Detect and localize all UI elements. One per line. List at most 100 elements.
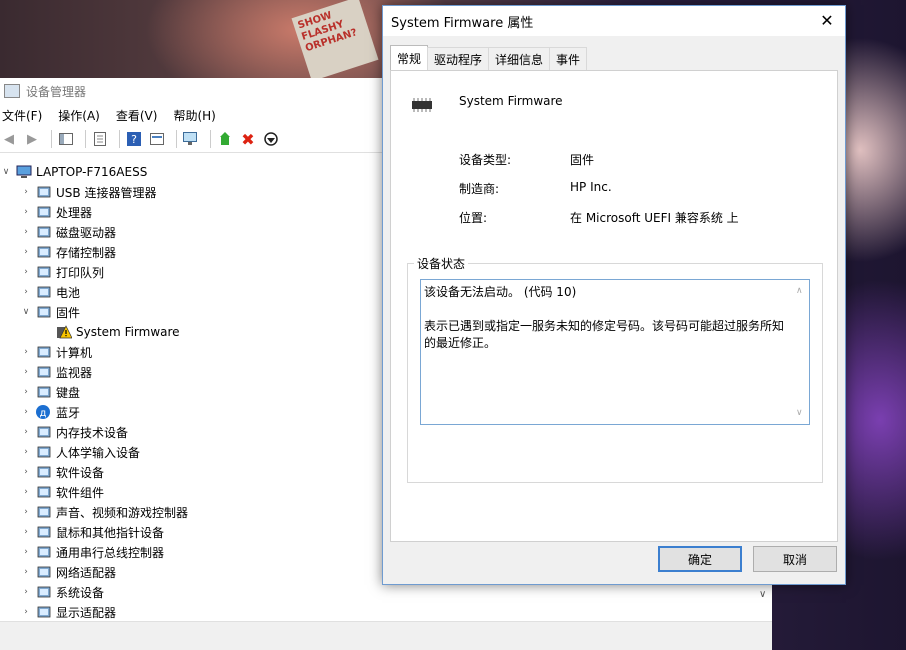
window-title: 设备管理器 xyxy=(26,84,87,99)
tree-category-item[interactable]: › 显示适配器 xyxy=(0,602,756,622)
usb-controller-icon xyxy=(36,545,52,559)
status-line-2: 表示已遇到或指定一服务未知的修定号码。该号码可能超过服务所知的最近修正。 xyxy=(424,319,785,350)
printer-icon xyxy=(36,265,52,279)
chevron-right-icon[interactable]: › xyxy=(20,287,32,297)
properties-icon[interactable] xyxy=(91,130,109,148)
chevron-right-icon[interactable]: › xyxy=(20,207,32,217)
tree-item-label: 电池 xyxy=(56,285,81,300)
tree-item-label: 处理器 xyxy=(56,205,93,220)
warning-firmware-icon xyxy=(56,325,73,339)
menu-action[interactable]: 操作(A) xyxy=(58,107,100,124)
device-name: System Firmware xyxy=(459,94,563,108)
chevron-right-icon[interactable]: › xyxy=(20,187,32,197)
computer-root-icon xyxy=(16,165,32,179)
cancel-button[interactable]: 取消 xyxy=(753,546,837,572)
scroll-down-icon[interactable]: ∨ xyxy=(759,589,766,600)
scroll-up-icon[interactable]: ∧ xyxy=(796,283,803,300)
chevron-right-icon[interactable]: › xyxy=(20,467,32,477)
sound-icon xyxy=(36,505,52,519)
tree-item-label: 存储控制器 xyxy=(56,245,117,260)
device-status-title: 设备状态 xyxy=(414,255,469,272)
tree-item-label: 蓝牙 xyxy=(56,405,81,420)
computer-icon xyxy=(36,345,52,359)
tree-item-label: 打印队列 xyxy=(56,265,105,280)
chevron-right-icon[interactable]: › xyxy=(20,527,32,537)
ok-button[interactable]: 确定 xyxy=(658,546,742,572)
tab-details[interactable]: 详细信息 xyxy=(488,47,551,70)
disk-icon xyxy=(36,225,52,239)
chevron-right-icon[interactable]: › xyxy=(20,347,32,357)
chevron-right-icon[interactable]: › xyxy=(20,487,32,497)
keyboard-icon xyxy=(36,385,52,399)
view-icon[interactable] xyxy=(148,130,166,148)
tree-item-label: 监视器 xyxy=(56,365,93,380)
location-label: 位置: xyxy=(459,211,488,225)
chevron-down-icon[interactable]: ∨ xyxy=(0,167,12,177)
chevron-right-icon[interactable]: › xyxy=(20,567,32,577)
chevron-right-icon[interactable]: › xyxy=(20,607,32,617)
network-icon xyxy=(36,565,52,579)
tree-item-label: 系统设备 xyxy=(56,585,105,600)
hid-icon xyxy=(36,445,52,459)
battery-icon xyxy=(36,285,52,299)
chevron-down-icon[interactable]: ∨ xyxy=(20,307,32,317)
toolbar-separator xyxy=(85,130,86,148)
general-tab-panel: System Firmware 设备类型: 固件 制造商: HP Inc. 位置… xyxy=(390,70,838,542)
disable-device-icon[interactable] xyxy=(262,130,280,148)
menu-file[interactable]: 文件(F) xyxy=(2,107,42,124)
storage-controller-icon xyxy=(36,245,52,259)
update-driver-icon[interactable] xyxy=(216,130,234,148)
tree-item-label: 通用串行总线控制器 xyxy=(56,545,165,560)
device-type-label: 设备类型: xyxy=(459,153,512,167)
chevron-right-icon[interactable]: › xyxy=(20,227,32,237)
scroll-down-icon[interactable]: ∨ xyxy=(796,405,803,422)
properties-dialog: System Firmware 属性 ✕ 常规 驱动程序 详细信息 事件 Sys… xyxy=(382,5,846,585)
tree-item-label: 内存技术设备 xyxy=(56,425,129,440)
toolbar-separator xyxy=(119,130,120,148)
chevron-right-icon[interactable]: › xyxy=(20,427,32,437)
monitor-icon xyxy=(36,365,52,379)
uninstall-device-icon[interactable]: ✖ xyxy=(239,130,257,149)
back-arrow-icon[interactable]: ◀ xyxy=(0,130,18,148)
device-status-group: 设备状态 该设备无法启动。 (代码 10) 表示已遇到或指定一服务未知的修定号码… xyxy=(407,255,823,483)
chip-icon xyxy=(412,98,432,112)
tab-events[interactable]: 事件 xyxy=(549,47,588,70)
tree-category-item[interactable]: › 系统设备 xyxy=(0,582,756,602)
tree-item-label: 软件设备 xyxy=(56,465,105,480)
menu-help[interactable]: 帮助(H) xyxy=(173,107,215,124)
device-manager-icon xyxy=(4,84,20,98)
chevron-right-icon[interactable]: › xyxy=(20,267,32,277)
scan-hardware-icon[interactable] xyxy=(182,130,200,148)
device-status-textbox[interactable]: 该设备无法启动。 (代码 10) 表示已遇到或指定一服务未知的修定号码。该号码可… xyxy=(420,279,810,425)
dialog-title: System Firmware 属性 xyxy=(391,15,534,31)
show-hide-tree-icon[interactable] xyxy=(57,130,75,148)
status-line-1: 该设备无法启动。 (代码 10) xyxy=(424,285,577,299)
wallpaper-sign: SHOW FLASHY ORPHAN? xyxy=(291,0,379,82)
location-value: 在 Microsoft UEFI 兼容系统 上 xyxy=(570,211,739,225)
tree-item-label: 显示适配器 xyxy=(56,605,117,620)
menu-view[interactable]: 查看(V) xyxy=(116,107,158,124)
tree-item-label: USB 连接器管理器 xyxy=(56,185,157,200)
chevron-right-icon[interactable]: › xyxy=(20,547,32,557)
chevron-right-icon[interactable]: › xyxy=(20,367,32,377)
usb-icon xyxy=(36,185,52,199)
chevron-right-icon[interactable]: › xyxy=(20,247,32,257)
tab-driver[interactable]: 驱动程序 xyxy=(427,47,490,70)
memory-icon xyxy=(36,425,52,439)
chevron-right-icon[interactable]: › xyxy=(20,407,32,417)
tree-item-label: 软件组件 xyxy=(56,485,105,500)
chevron-right-icon[interactable]: › xyxy=(20,587,32,597)
close-icon[interactable]: ✕ xyxy=(817,11,837,31)
status-scrollbar[interactable]: ∧ ∨ xyxy=(793,281,808,424)
chevron-right-icon[interactable]: › xyxy=(20,387,32,397)
chevron-right-icon[interactable]: › xyxy=(20,447,32,457)
tab-strip: 常规 驱动程序 详细信息 事件 xyxy=(390,45,588,71)
bluetooth-icon: д xyxy=(36,405,52,419)
forward-arrow-icon[interactable]: ▶ xyxy=(23,130,41,148)
cpu-icon xyxy=(36,205,52,219)
tree-item-label: 磁盘驱动器 xyxy=(56,225,117,240)
tab-general[interactable]: 常规 xyxy=(390,45,429,70)
help-icon[interactable]: ? xyxy=(125,130,143,148)
chevron-right-icon[interactable]: › xyxy=(20,507,32,517)
manufacturer-label: 制造商: xyxy=(459,182,500,196)
